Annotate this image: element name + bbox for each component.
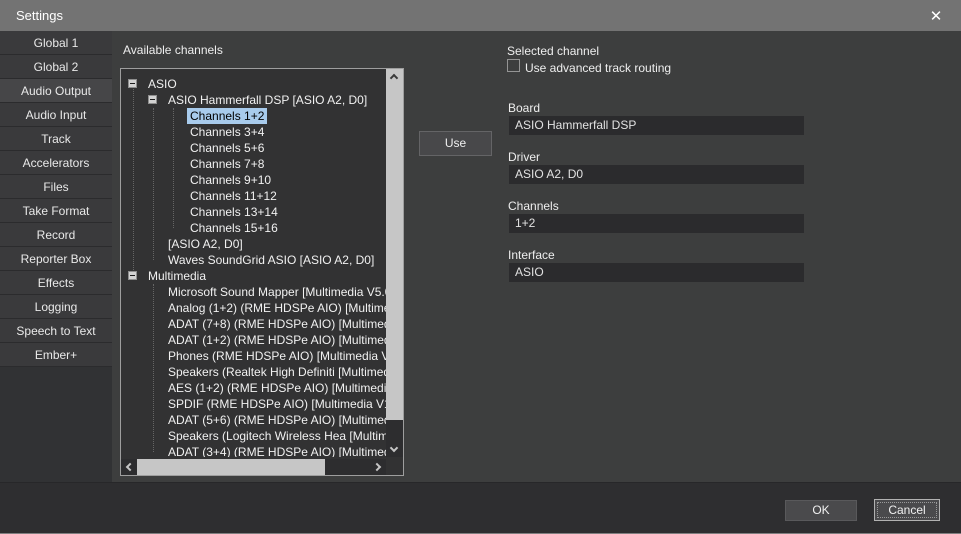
horizontal-scrollbar[interactable] — [121, 459, 386, 475]
field-value-interface[interactable]: ASIO — [509, 263, 804, 282]
sidebar-item-global-2[interactable]: Global 2 — [0, 55, 112, 79]
tree-row[interactable]: Multimedia — [121, 268, 386, 284]
tree-item-label[interactable]: Analog (1+2) (RME HDSPe AIO) [Multimedia… — [168, 300, 386, 316]
tree-item-label[interactable]: ADAT (5+6) (RME HDSPe AIO) [Multimedia V… — [168, 412, 386, 428]
settings-dialog: Settings ✕ Global 1Global 2Audio OutputA… — [0, 0, 961, 534]
sidebar-item-track[interactable]: Track — [0, 127, 112, 151]
sidebar-item-global-1[interactable]: Global 1 — [0, 31, 112, 55]
field-value-driver[interactable]: ASIO A2, D0 — [509, 165, 804, 184]
tree-row[interactable]: Speakers (Realtek High Definiti [Multime… — [121, 364, 386, 380]
tree-row[interactable]: Channels 13+14 — [121, 204, 386, 220]
tree-row[interactable]: Channels 15+16 — [121, 220, 386, 236]
sidebar-item-audio-output[interactable]: Audio Output — [0, 79, 112, 103]
scroll-left-icon[interactable] — [126, 463, 134, 471]
collapse-icon[interactable] — [148, 95, 157, 104]
tree-item-label[interactable]: Speakers (Realtek High Definiti [Multime… — [168, 364, 386, 380]
tree-item-label[interactable]: Channels 15+16 — [190, 220, 278, 236]
field-label-interface: Interface — [508, 248, 555, 262]
tree-item-label[interactable]: Speakers (Logitech Wireless Hea [Multime… — [168, 428, 386, 444]
tree-row[interactable]: ASIO Hammerfall DSP [ASIO A2, D0] — [121, 92, 386, 108]
available-channels-listbox: ASIOASIO Hammerfall DSP [ASIO A2, D0]Cha… — [120, 68, 404, 476]
tree-item-label-selected[interactable]: Channels 1+2 — [187, 108, 267, 124]
sidebar-item-effects[interactable]: Effects — [0, 271, 112, 295]
close-icon[interactable]: ✕ — [919, 0, 953, 31]
settings-sidebar: Global 1Global 2Audio OutputAudio InputT… — [0, 31, 112, 482]
tree-item-label[interactable]: Channels 13+14 — [190, 204, 278, 220]
tree-row[interactable]: ADAT (1+2) (RME HDSPe AIO) [Multimedia V… — [121, 332, 386, 348]
tree-row[interactable]: Channels 3+4 — [121, 124, 386, 140]
collapse-icon[interactable] — [128, 271, 137, 280]
tree-row[interactable]: ADAT (5+6) (RME HDSPe AIO) [Multimedia V… — [121, 412, 386, 428]
tree-item-label[interactable]: SPDIF (RME HDSPe AIO) [Multimedia V10.0] — [168, 396, 386, 412]
tree-row[interactable]: ADAT (7+8) (RME HDSPe AIO) [Multimedia V… — [121, 316, 386, 332]
sidebar-item-take-format[interactable]: Take Format — [0, 199, 112, 223]
tree-item-label[interactable]: ASIO — [148, 76, 177, 92]
tree-item-label[interactable]: ADAT (7+8) (RME HDSPe AIO) [Multimedia V… — [168, 316, 386, 332]
available-channels-label: Available channels — [123, 43, 223, 57]
footer-bar: OK Cancel — [0, 482, 961, 534]
sidebar-item-speech-to-text[interactable]: Speech to Text — [0, 319, 112, 343]
field-value-channels[interactable]: 1+2 — [509, 214, 804, 233]
scrollbar-corner — [386, 459, 403, 475]
cancel-button[interactable]: Cancel — [874, 499, 940, 521]
tree-row[interactable]: AES (1+2) (RME HDSPe AIO) [Multimedia V1… — [121, 380, 386, 396]
tree-row[interactable]: ADAT (3+4) (RME HDSPe AIO) [Multimedia V… — [121, 444, 386, 457]
horizontal-scrollbar-thumb[interactable] — [137, 459, 325, 475]
scroll-right-icon[interactable] — [373, 463, 381, 471]
tree-item-label[interactable]: Channels 3+4 — [190, 124, 264, 140]
tree-item-label[interactable]: Channels 5+6 — [190, 140, 264, 156]
tree-row[interactable]: Channels 11+12 — [121, 188, 386, 204]
selected-channel-heading: Selected channel — [507, 44, 599, 58]
tree-row[interactable]: Speakers (Logitech Wireless Hea [Multime… — [121, 428, 386, 444]
tree-item-label[interactable]: AES (1+2) (RME HDSPe AIO) [Multimedia V1… — [168, 380, 386, 396]
tree-row[interactable]: Waves SoundGrid ASIO [ASIO A2, D0] — [121, 252, 386, 268]
ok-button[interactable]: OK — [785, 500, 857, 521]
sidebar-item-audio-input[interactable]: Audio Input — [0, 103, 112, 127]
tree-item-label[interactable]: Microsoft Sound Mapper [Multimedia V5.0] — [168, 284, 386, 300]
sidebar-item-logging[interactable]: Logging — [0, 295, 112, 319]
tree-item-label[interactable]: Waves SoundGrid ASIO [ASIO A2, D0] — [168, 252, 374, 268]
tree-item-label[interactable]: Channels 11+12 — [190, 188, 277, 204]
tree-item-label[interactable]: [ASIO A2, D0] — [168, 236, 243, 252]
tree-row[interactable]: Microsoft Sound Mapper [Multimedia V5.0] — [121, 284, 386, 300]
field-label-driver: Driver — [508, 150, 540, 164]
tree-row[interactable]: Channels 1+2 — [121, 108, 386, 124]
collapse-icon[interactable] — [128, 79, 137, 88]
advanced-routing-checkbox-label: Use advanced track routing — [525, 61, 671, 75]
field-value-board[interactable]: ASIO Hammerfall DSP — [509, 116, 804, 135]
sidebar-item-reporter-box[interactable]: Reporter Box — [0, 247, 112, 271]
tree-item-label[interactable]: Phones (RME HDSPe AIO) [Multimedia V10.0… — [168, 348, 386, 364]
field-label-channels: Channels — [508, 199, 559, 213]
use-button[interactable]: Use — [419, 131, 492, 156]
tree-item-label[interactable]: ADAT (3+4) (RME HDSPe AIO) [Multimedia V… — [168, 444, 386, 457]
title-bar: Settings ✕ — [0, 0, 961, 31]
scroll-down-icon[interactable] — [390, 444, 398, 452]
field-label-board: Board — [508, 101, 540, 115]
vertical-scrollbar[interactable] — [386, 69, 403, 457]
tree-row[interactable]: ASIO — [121, 76, 386, 92]
sidebar-item-record[interactable]: Record — [0, 223, 112, 247]
sidebar-item-accelerators[interactable]: Accelerators — [0, 151, 112, 175]
tree-row[interactable]: Phones (RME HDSPe AIO) [Multimedia V10.0… — [121, 348, 386, 364]
tree-row[interactable]: [ASIO A2, D0] — [121, 236, 386, 252]
sidebar-item-files[interactable]: Files — [0, 175, 112, 199]
sidebar-item-ember-[interactable]: Ember+ — [0, 343, 112, 367]
vertical-scrollbar-thumb[interactable] — [386, 69, 403, 420]
channel-tree: ASIOASIO Hammerfall DSP [ASIO A2, D0]Cha… — [121, 69, 386, 457]
tree-item-label[interactable]: Channels 7+8 — [190, 156, 264, 172]
tree-item-label[interactable]: Channels 9+10 — [190, 172, 271, 188]
tree-item-label[interactable]: ADAT (1+2) (RME HDSPe AIO) [Multimedia V… — [168, 332, 386, 348]
advanced-routing-checkbox[interactable] — [507, 59, 520, 72]
tree-item-label[interactable]: Multimedia — [148, 268, 206, 284]
tree-row[interactable]: Channels 7+8 — [121, 156, 386, 172]
tree-item-label[interactable]: ASIO Hammerfall DSP [ASIO A2, D0] — [168, 92, 367, 108]
tree-row[interactable]: Channels 5+6 — [121, 140, 386, 156]
window-title: Settings — [0, 8, 63, 23]
tree-row[interactable]: SPDIF (RME HDSPe AIO) [Multimedia V10.0] — [121, 396, 386, 412]
tree-row[interactable]: Channels 9+10 — [121, 172, 386, 188]
tree-row[interactable]: Analog (1+2) (RME HDSPe AIO) [Multimedia… — [121, 300, 386, 316]
